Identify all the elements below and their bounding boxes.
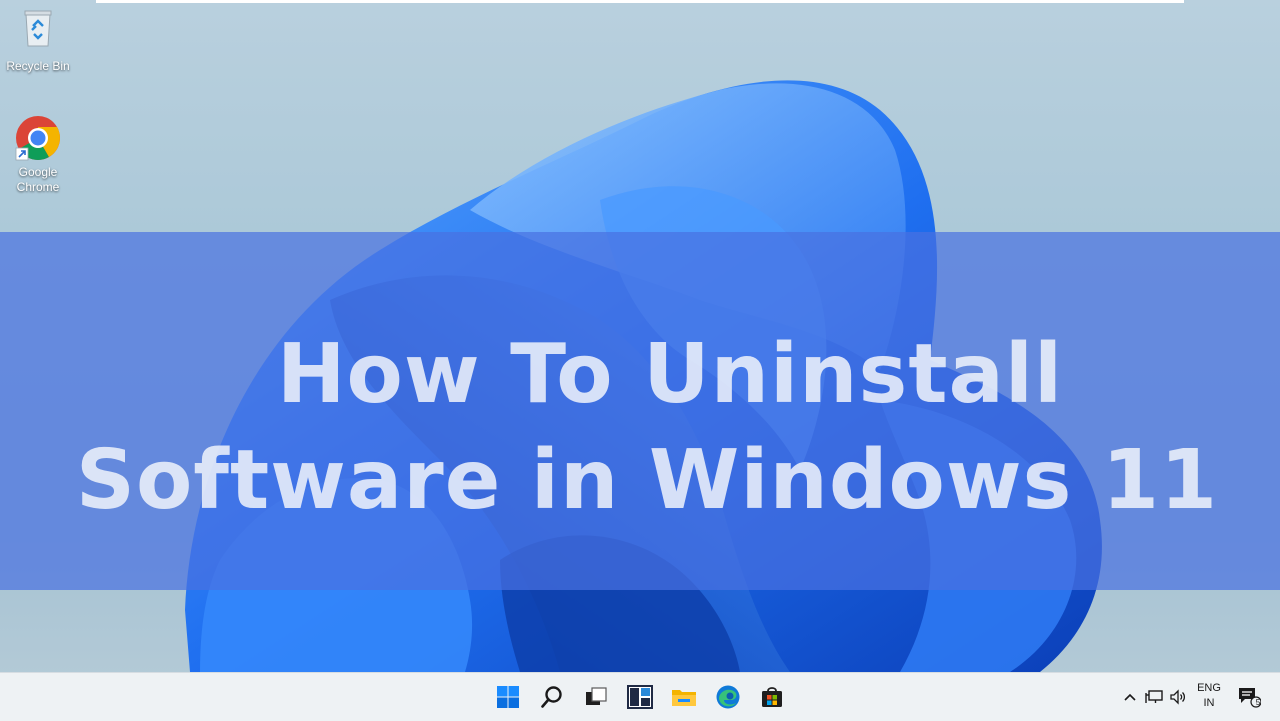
desktop-icon-label: Google Chrome: [0, 165, 76, 195]
task-view-icon: [586, 687, 607, 705]
desktop-icon-google-chrome[interactable]: Google Chrome: [0, 114, 76, 194]
desktop-icon-label-line1: Google: [18, 165, 58, 179]
desktop-icon-label-line2: Chrome: [16, 180, 60, 194]
search-icon: [541, 686, 562, 708]
title-line-2: Software in Windows 11: [75, 433, 1219, 528]
windows-start-icon: [497, 686, 519, 708]
chrome-icon: [15, 116, 60, 161]
store-icon: [762, 687, 782, 707]
store-button[interactable]: [756, 681, 788, 713]
network-button[interactable]: [1142, 681, 1166, 713]
widgets-button[interactable]: [624, 681, 656, 713]
volume-button[interactable]: [1166, 681, 1190, 713]
language-indicator[interactable]: ENG IN: [1192, 681, 1226, 711]
file-explorer-icon: [672, 690, 696, 706]
edge-icon: [716, 685, 740, 709]
region-code: IN: [1203, 697, 1215, 709]
recycle-bin-icon: [24, 10, 52, 47]
language-code: ENG: [1197, 682, 1221, 694]
desktop-icon-label: Recycle Bin: [6, 59, 70, 73]
video-title: How To Uninstall Software in Windows 11: [0, 322, 1280, 534]
notification-count-badge: 5: [1255, 698, 1261, 707]
desktop-icon-recycle-bin[interactable]: Recycle Bin: [0, 8, 76, 73]
file-explorer-button[interactable]: [668, 681, 700, 713]
widgets-icon: [627, 685, 653, 709]
notification-center-button[interactable]: 5: [1234, 681, 1264, 713]
show-hidden-icons-button[interactable]: [1118, 681, 1142, 713]
task-view-button[interactable]: [580, 681, 612, 713]
start-button[interactable]: [492, 681, 524, 713]
taskbar: ENG IN 5: [0, 672, 1280, 721]
volume-icon: [1170, 689, 1186, 705]
edge-button[interactable]: [712, 681, 744, 713]
network-icon: [1145, 690, 1163, 703]
chevron-up-icon: [1124, 693, 1136, 701]
search-button[interactable]: [536, 681, 568, 713]
title-line-1: How To Uninstall: [276, 327, 1064, 422]
